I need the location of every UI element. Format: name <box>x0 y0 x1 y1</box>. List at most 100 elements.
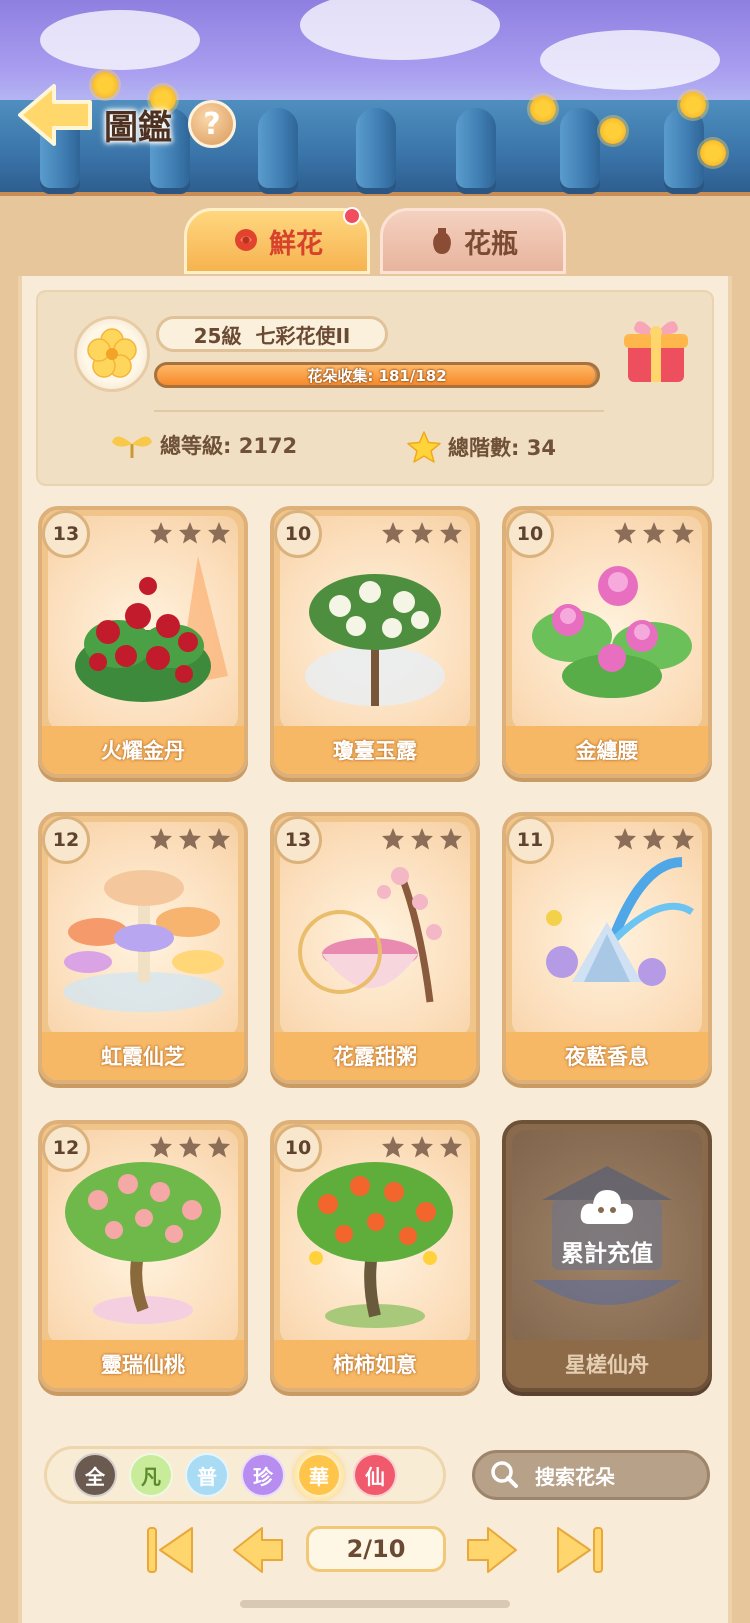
star-icon <box>440 828 462 850</box>
star-icon <box>382 522 404 544</box>
flower-card[interactable]: 12 虹霞仙芝 <box>38 812 248 1084</box>
roof-tile <box>560 108 600 194</box>
sprout-icon <box>112 436 152 458</box>
card-stars <box>380 1134 464 1160</box>
lock-label: 累計充值 <box>561 1241 653 1267</box>
notification-dot <box>343 207 361 225</box>
tab-flowers-label: 鮮花 <box>269 228 323 260</box>
star-icon <box>407 431 441 463</box>
star-icon <box>179 828 201 850</box>
star-icon <box>614 522 636 544</box>
rank-badge <box>74 316 150 392</box>
rarity-filter-bar: 全 凡 普 珍 華 仙 <box>44 1446 446 1504</box>
card-stars <box>148 520 232 546</box>
card-name: 星槎仙舟 <box>506 1340 708 1388</box>
tab-vases[interactable]: 花瓶 <box>380 208 566 274</box>
card-stars <box>380 826 464 852</box>
divider <box>154 410 604 412</box>
search-input[interactable]: 搜索花朵 <box>472 1450 710 1500</box>
filter-normal[interactable]: 普 <box>185 1453 229 1497</box>
star-icon <box>672 522 694 544</box>
blossom-decoration <box>700 140 726 166</box>
plum-blossom-icon <box>87 328 137 378</box>
roof-tile <box>456 108 496 194</box>
card-name: 柿柿如意 <box>274 1340 476 1388</box>
card-name: 花露甜粥 <box>274 1032 476 1080</box>
star-icon <box>411 1136 433 1158</box>
card-level-badge: 13 <box>42 510 90 558</box>
card-name: 靈瑞仙桃 <box>42 1340 244 1388</box>
star-icon <box>179 1136 201 1158</box>
blossom-decoration <box>530 96 556 122</box>
help-button[interactable]: ? <box>188 100 236 148</box>
star-icon <box>382 1136 404 1158</box>
card-name: 虹霞仙芝 <box>42 1032 244 1080</box>
search-placeholder: 搜索花朵 <box>535 1464 615 1489</box>
card-stars <box>612 520 696 546</box>
back-button[interactable] <box>16 80 96 150</box>
card-level-badge: 10 <box>506 510 554 558</box>
rank-plate: 25級 七彩花使II <box>156 316 388 352</box>
star-icon <box>208 828 230 850</box>
filter-immortal[interactable]: 仙 <box>353 1453 397 1497</box>
card-name: 瓊臺玉露 <box>274 726 476 774</box>
star-icon <box>150 1136 172 1158</box>
next-page-button[interactable] <box>462 1520 522 1580</box>
flower-card[interactable]: 11 夜藍香息 <box>502 812 712 1084</box>
prev-page-button[interactable] <box>228 1520 288 1580</box>
star-icon <box>440 522 462 544</box>
player-level: 25級 <box>193 323 242 348</box>
flower-card[interactable]: 10 柿柿如意 <box>270 1120 480 1392</box>
star-icon <box>614 828 636 850</box>
filter-common[interactable]: 凡 <box>129 1453 173 1497</box>
flower-card[interactable]: 10 瓊臺玉露 <box>270 506 480 778</box>
collection-progress-bar: 花朵收集: 181/182 <box>154 362 600 388</box>
roof-tile <box>258 108 298 194</box>
tab-flowers[interactable]: 鮮花 <box>184 207 370 274</box>
roof-tile <box>664 108 704 194</box>
pagination: 2/10 <box>140 1520 610 1580</box>
page-indicator: 2/10 <box>306 1526 446 1572</box>
first-page-button[interactable] <box>140 1520 200 1580</box>
star-icon <box>208 1136 230 1158</box>
locked-flower-card[interactable]: 累計充值 星槎仙舟 <box>502 1120 712 1392</box>
flower-card[interactable]: 12 靈瑞仙桃 <box>38 1120 248 1392</box>
back-arrow-icon <box>18 84 92 146</box>
roof-tile <box>356 108 396 194</box>
page-title: 圖鑑 <box>104 108 172 148</box>
star-icon <box>150 828 172 850</box>
star-icon <box>411 828 433 850</box>
locked-overlay: 累計充值 <box>506 1184 708 1268</box>
card-name: 火耀金丹 <box>42 726 244 774</box>
flower-card[interactable]: 13 花露甜粥 <box>270 812 480 1084</box>
card-level-badge: 10 <box>274 510 322 558</box>
filter-splendid[interactable]: 華 <box>297 1453 341 1497</box>
card-stars <box>148 1134 232 1160</box>
card-stars <box>380 520 464 546</box>
card-name: 夜藍香息 <box>506 1032 708 1080</box>
flower-card[interactable]: 13 火耀金丹 <box>38 506 248 778</box>
card-level-badge: 13 <box>274 816 322 864</box>
star-icon <box>411 522 433 544</box>
cloud-lock-icon <box>580 1190 633 1224</box>
filter-rare[interactable]: 珍 <box>241 1453 285 1497</box>
star-icon <box>440 1136 462 1158</box>
blossom-decoration <box>680 92 706 118</box>
card-level-badge: 10 <box>274 1124 322 1172</box>
flower-card[interactable]: 10 金纏腰 <box>502 506 712 778</box>
vase-icon <box>433 228 451 254</box>
card-level-badge: 11 <box>506 816 554 864</box>
card-stars <box>612 826 696 852</box>
filter-all[interactable]: 全 <box>73 1453 117 1497</box>
rose-icon <box>235 229 257 251</box>
gift-box-icon[interactable] <box>620 310 692 386</box>
tab-vases-label: 花瓶 <box>464 228 518 260</box>
star-icon <box>150 522 172 544</box>
star-icon <box>208 522 230 544</box>
card-name: 金纏腰 <box>506 726 708 774</box>
star-icon <box>179 522 201 544</box>
last-page-button[interactable] <box>550 1520 610 1580</box>
star-icon <box>672 828 694 850</box>
collection-stats-panel: 25級 七彩花使II 花朵收集: 181/182 總等級: 2172 總階數: … <box>36 290 714 486</box>
rank-title: 七彩花使II <box>255 323 351 348</box>
